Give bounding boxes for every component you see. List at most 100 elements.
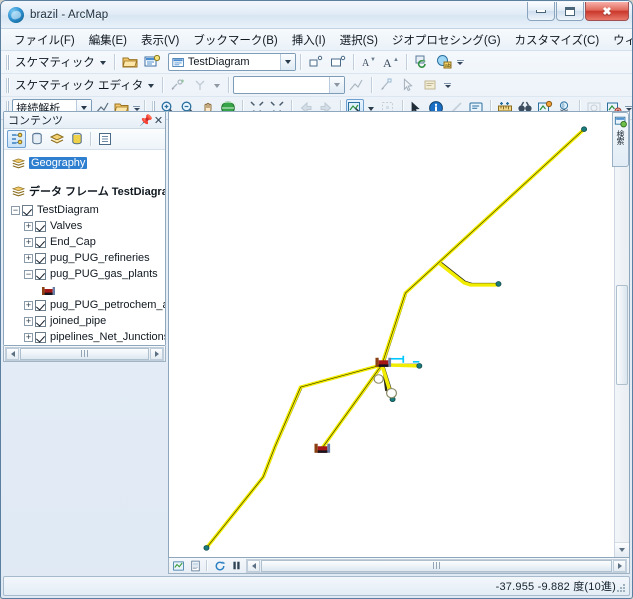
- menu-geoprocessing[interactable]: ジオプロセシング(G): [385, 30, 508, 50]
- main-area: コンテンツ 📌 ✕: [3, 111, 630, 574]
- close-icon[interactable]: ✕: [152, 114, 165, 127]
- data-view-icon[interactable]: [171, 559, 186, 573]
- maximize-button[interactable]: [556, 2, 584, 21]
- search-dock-tab[interactable]: 検索: [612, 112, 629, 167]
- list-by-visibility-icon[interactable]: [47, 130, 66, 148]
- select-elements-icon[interactable]: [399, 76, 419, 95]
- list-by-drawing-order-icon[interactable]: [7, 130, 26, 148]
- minimize-button[interactable]: [527, 2, 555, 21]
- toc-legend-symbol-row: [4, 282, 165, 297]
- chevron-down-icon[interactable]: [100, 61, 106, 65]
- toc-item-refineries[interactable]: + pug_PUG_refineries: [4, 250, 165, 266]
- attributes-icon[interactable]: [421, 76, 441, 95]
- toc-item-valves[interactable]: + Valves: [4, 218, 165, 234]
- toolbar-overflow-button[interactable]: [456, 53, 465, 72]
- toc-item-joined-pipe[interactable]: + joined_pipe: [4, 313, 165, 329]
- scroll-right-button[interactable]: [613, 560, 626, 572]
- pin-icon[interactable]: 📌: [139, 114, 152, 127]
- scroll-left-button[interactable]: [247, 560, 260, 572]
- increase-font-icon[interactable]: A▲: [381, 53, 401, 72]
- scroll-left-button[interactable]: [6, 348, 19, 360]
- toc-item-petrochem[interactable]: + pug_PUG_petrochem_a: [4, 297, 165, 313]
- refresh-icon[interactable]: [212, 559, 227, 573]
- menu-view[interactable]: 表示(V): [134, 30, 186, 50]
- toc-item-end-cap[interactable]: + End_Cap: [4, 234, 165, 250]
- diagram-combo[interactable]: TestDiagram: [168, 53, 296, 71]
- scroll-thumb[interactable]: [261, 560, 612, 572]
- svg-text:0: 0: [562, 103, 565, 109]
- chevron-down-icon[interactable]: [329, 77, 344, 93]
- pause-drawing-icon[interactable]: [229, 559, 244, 573]
- menu-file[interactable]: ファイル(F): [7, 30, 82, 50]
- menu-selection[interactable]: 選択(S): [333, 30, 385, 50]
- new-diagram-icon[interactable]: [142, 53, 162, 72]
- scroll-thumb[interactable]: [616, 285, 628, 385]
- layer-visibility-checkbox[interactable]: [35, 221, 46, 232]
- toolbar-grip[interactable]: [6, 78, 10, 93]
- list-by-selection-icon[interactable]: [67, 130, 86, 148]
- toc-item-geography[interactable]: Geography: [4, 155, 165, 171]
- update-diagram-icon[interactable]: ab: [434, 53, 454, 72]
- expand-expander-icon[interactable]: +: [24, 254, 33, 263]
- menu-edit[interactable]: 編集(E): [82, 30, 134, 50]
- toc-item-testdiagram[interactable]: − TestDiagram: [4, 202, 165, 218]
- layer-visibility-checkbox[interactable]: [35, 316, 46, 327]
- scroll-track-lower[interactable]: [615, 386, 629, 543]
- expand-expander-icon[interactable]: +: [24, 301, 33, 310]
- schematic-editor-menu-label[interactable]: スケマティック エディタ: [13, 77, 145, 93]
- reduce-node-icon[interactable]: [306, 53, 326, 72]
- toc-item-net-junctions[interactable]: + pipelines_Net_Junctions: [4, 329, 165, 345]
- expand-expander-icon[interactable]: +: [24, 317, 33, 326]
- scroll-down-button[interactable]: [615, 542, 629, 557]
- collapse-expander-icon[interactable]: −: [11, 206, 20, 215]
- layer-visibility-checkbox[interactable]: [35, 253, 46, 264]
- layer-visibility-checkbox[interactable]: [35, 237, 46, 248]
- toolbar-overflow-button[interactable]: [443, 76, 452, 95]
- decrease-font-icon[interactable]: A▼: [359, 53, 379, 72]
- toc-horizontal-scrollbar[interactable]: [3, 346, 166, 362]
- toc-item-label: Valves: [50, 220, 82, 232]
- layer-visibility-checkbox[interactable]: [35, 332, 46, 343]
- list-by-source-icon[interactable]: [27, 130, 46, 148]
- chevron-down-icon[interactable]: [280, 54, 295, 70]
- pipeline-outline-lines: [206, 130, 583, 548]
- schematic-menu-label[interactable]: スケマティック: [13, 54, 97, 70]
- layer-visibility-checkbox[interactable]: [35, 300, 46, 311]
- chevron-down-icon[interactable]: [214, 84, 220, 88]
- menu-customize[interactable]: カスタマイズ(C): [508, 30, 607, 50]
- options-icon[interactable]: [95, 130, 114, 148]
- toc-item-gas-plants[interactable]: − pug_PUG_gas_plants: [4, 266, 165, 282]
- toc-scroll-track[interactable]: [5, 347, 164, 361]
- expand-expander-icon[interactable]: +: [24, 238, 33, 247]
- editor-task-combo[interactable]: [233, 76, 345, 94]
- toolbar-grip[interactable]: [6, 55, 10, 70]
- expand-expander-icon[interactable]: +: [24, 333, 33, 342]
- branch-icon[interactable]: [190, 76, 210, 95]
- create-link-icon[interactable]: [168, 76, 188, 95]
- menu-insert[interactable]: 挿入(I): [285, 30, 333, 50]
- refresh-diagram-icon[interactable]: [412, 53, 432, 72]
- scroll-right-button[interactable]: [150, 348, 163, 360]
- svg-text:ab: ab: [445, 63, 451, 69]
- open-diagram-icon[interactable]: [120, 53, 140, 72]
- map-horizontal-scrollbar[interactable]: [246, 559, 627, 573]
- expand-expander-icon[interactable]: +: [24, 222, 33, 231]
- map-vertical-scrollbar[interactable]: [614, 112, 629, 557]
- layer-visibility-checkbox[interactable]: [22, 205, 33, 216]
- sketch-tool-icon[interactable]: [346, 76, 366, 95]
- expand-node-icon[interactable]: [328, 53, 348, 72]
- toc-title: コンテンツ: [8, 112, 139, 128]
- menu-bookmarks[interactable]: ブックマーク(B): [186, 30, 284, 50]
- close-button[interactable]: ✖: [585, 2, 629, 21]
- layout-view-icon[interactable]: [188, 559, 203, 573]
- edit-vertices-icon[interactable]: [377, 76, 397, 95]
- resize-grip-icon[interactable]: [615, 582, 627, 594]
- map-canvas[interactable]: 検索: [168, 111, 630, 558]
- collapse-expander-icon[interactable]: −: [24, 270, 33, 279]
- menu-window[interactable]: ウィンドウ(W): [606, 30, 633, 50]
- chevron-down-icon[interactable]: [148, 84, 154, 88]
- scroll-thumb[interactable]: [20, 348, 149, 360]
- layer-visibility-checkbox[interactable]: [35, 269, 46, 280]
- divider: [90, 132, 91, 146]
- toc-item-data-frame[interactable]: データ フレーム TestDiagram: [4, 183, 165, 199]
